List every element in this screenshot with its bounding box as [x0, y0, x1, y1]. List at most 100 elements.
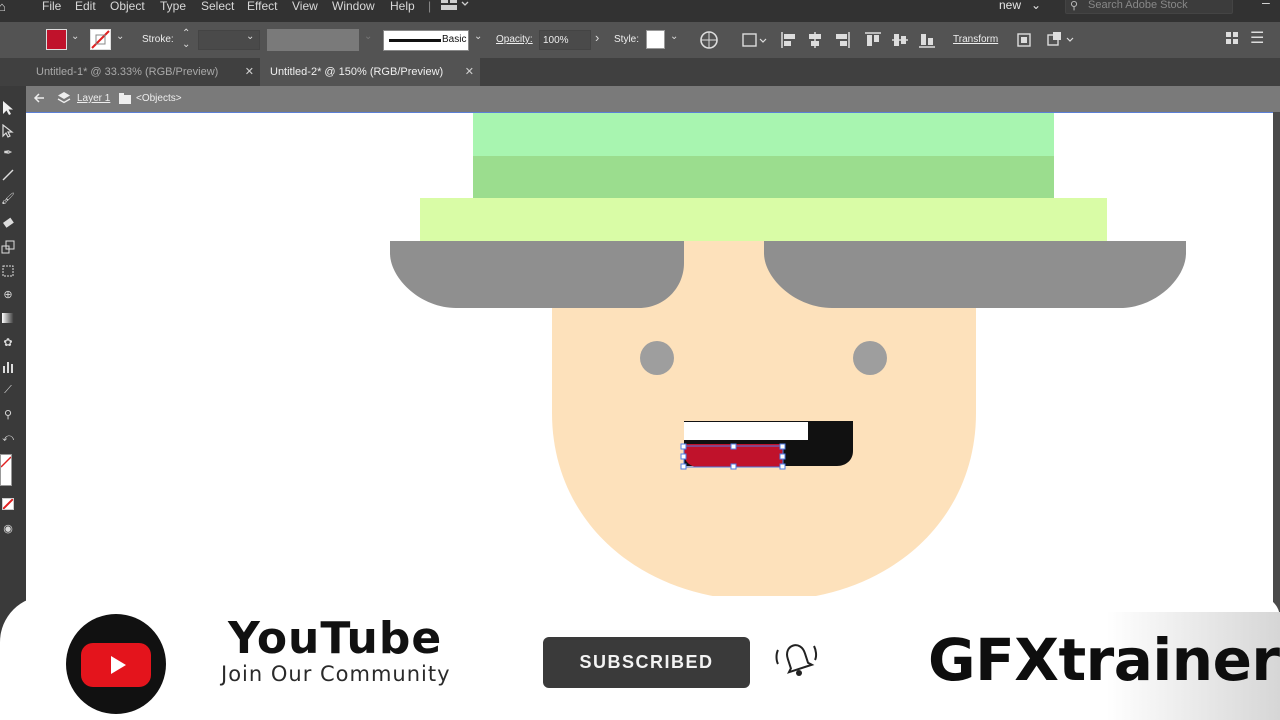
chevron-down-icon: ⌄ — [1031, 0, 1042, 12]
align-bottom-icon[interactable] — [918, 31, 936, 52]
menu-divider: | — [428, 0, 432, 13]
brush-label: Basic — [442, 34, 467, 45]
profile-chevron-icon: ⌄ — [364, 31, 373, 42]
youtube-logo-icon — [66, 614, 166, 714]
align-vertical-center-icon[interactable] — [891, 31, 909, 52]
left-eye — [640, 341, 674, 375]
gradient-tool-icon[interactable] — [0, 312, 16, 328]
tab-label: Untitled-1* @ 33.33% (RGB/Preview) — [36, 66, 219, 78]
menu-bar: ⌂ File Edit Object Type Select Effect Vi… — [0, 0, 1280, 16]
selection-handle — [680, 453, 687, 460]
stroke-label: Stroke: — [142, 34, 174, 45]
arrange-documents-icon[interactable] — [440, 0, 470, 15]
align-top-icon[interactable] — [864, 31, 882, 52]
transform-link[interactable]: Transform — [953, 34, 998, 45]
opacity-input[interactable]: 100% — [539, 30, 591, 50]
banner-title: YouTube — [228, 613, 443, 664]
minimize-button[interactable]: – — [1262, 0, 1270, 10]
menu-edit[interactable]: Edit — [75, 0, 96, 13]
style-chevron-icon[interactable]: ⌄ — [670, 31, 678, 42]
selection-handle — [779, 453, 786, 460]
stroke-weight-stepper[interactable]: ⌃ ⌄ — [182, 28, 190, 50]
right-eye — [853, 341, 887, 375]
fill-stroke-icon[interactable] — [0, 454, 12, 486]
bell-icon[interactable] — [772, 636, 820, 680]
tab-label: Untitled-2* @ 150% (RGB/Preview) — [270, 66, 444, 78]
align-horizontal-center-icon[interactable] — [806, 31, 824, 52]
menu-type[interactable]: Type — [160, 0, 186, 13]
selection-tool-icon[interactable] — [0, 100, 16, 116]
control-bar: ⌄ ⌄ Stroke: ⌃ ⌄ ⌄ ⌄ Basic ⌄ Opacity: 100%… — [0, 22, 1280, 58]
menu-help[interactable]: Help — [390, 0, 415, 13]
back-arrow-icon[interactable] — [32, 91, 46, 108]
selection-handle — [779, 463, 786, 470]
align-right-icon[interactable] — [833, 31, 851, 52]
fill-swatch[interactable] — [46, 29, 67, 50]
menu-effect[interactable]: Effect — [247, 0, 277, 13]
style-swatch[interactable] — [646, 30, 665, 49]
fill-chevron-icon[interactable]: ⌄ — [71, 31, 79, 42]
line-tool-icon[interactable] — [0, 168, 16, 184]
document-tabs: Untitled-1* @ 33.33% (RGB/Preview) ✕ Unt… — [0, 58, 1280, 86]
breadcrumb-layer[interactable]: Layer 1 — [77, 93, 110, 104]
workspace-switcher[interactable]: new ⌄ — [999, 0, 1045, 14]
brand-name: GFXtrainer — [928, 626, 1280, 694]
brush-chevron-icon[interactable]: ⌄ — [474, 31, 482, 42]
panel-menu-icon[interactable]: ☰ — [1250, 28, 1264, 48]
align-left-icon[interactable] — [780, 31, 798, 52]
graph-tool-icon[interactable] — [0, 360, 16, 376]
banner-subtitle: Join Our Community — [221, 662, 451, 686]
opacity-label[interactable]: Opacity: — [496, 34, 533, 45]
stroke-swatch[interactable] — [90, 29, 111, 50]
close-icon[interactable]: ✕ — [465, 65, 474, 78]
menu-window[interactable]: Window — [332, 0, 375, 13]
selection-handle — [680, 463, 687, 470]
eraser-tool-icon[interactable] — [0, 216, 16, 232]
draw-mode-icon[interactable]: ◉ — [0, 522, 16, 538]
teeth — [684, 422, 808, 440]
free-transform-tool-icon[interactable] — [0, 264, 16, 280]
glasses-left-lens — [390, 241, 684, 308]
menu-view[interactable]: View — [292, 0, 318, 13]
selection-handle — [779, 443, 786, 450]
align-to-icon[interactable] — [741, 31, 769, 52]
transform-each-icon[interactable] — [1046, 31, 1076, 52]
arrange-panels-icon[interactable] — [1225, 31, 1239, 48]
youtube-play-badge — [81, 643, 151, 687]
breadcrumb-objects[interactable]: <Objects> — [136, 93, 182, 104]
none-color-icon[interactable] — [2, 498, 14, 510]
workspace-label: new — [999, 0, 1022, 12]
scale-tool-icon[interactable] — [0, 240, 16, 256]
layers-icon — [57, 91, 71, 108]
paintbrush-tool-icon[interactable]: 🖌 — [0, 192, 16, 208]
selection-handle — [730, 463, 737, 470]
stroke-weight-chevron-icon[interactable]: ⌄ — [246, 31, 254, 42]
isolate-selected-icon[interactable] — [1015, 31, 1033, 52]
isolation-mode-bar: Layer 1 <Objects> — [26, 86, 1280, 112]
menu-select[interactable]: Select — [201, 0, 234, 13]
menu-object[interactable]: Object — [110, 0, 145, 13]
eyedropper-tool-icon[interactable]: ⟋ — [0, 384, 16, 400]
stock-search-input[interactable]: ⚲ Search Adobe Stock — [1065, 0, 1233, 14]
close-icon[interactable]: ✕ — [245, 65, 254, 78]
variable-width-profile[interactable] — [267, 29, 359, 51]
shape-builder-tool-icon[interactable]: ⊕ — [0, 288, 16, 304]
zoom-tool-icon[interactable]: ⚲ — [0, 408, 16, 424]
style-label: Style: — [614, 34, 640, 45]
swap-colors-icon[interactable]: ⤺ — [0, 432, 16, 448]
menu-file[interactable]: File — [42, 0, 61, 13]
hat-brim — [420, 198, 1107, 241]
opacity-arrow-icon[interactable]: › — [595, 30, 599, 45]
direct-selection-tool-icon[interactable] — [0, 123, 16, 140]
stroke-chevron-icon[interactable]: ⌄ — [116, 31, 124, 42]
tab-untitled-1[interactable]: Untitled-1* @ 33.33% (RGB/Preview) ✕ — [26, 58, 260, 86]
pen-tool-icon[interactable]: ✒ — [0, 146, 16, 162]
tab-untitled-2[interactable]: Untitled-2* @ 150% (RGB/Preview) ✕ — [260, 58, 480, 86]
home-icon[interactable]: ⌂ — [0, 0, 6, 14]
subscribe-button[interactable]: SUBSCRIBED — [543, 637, 750, 688]
hat-top — [473, 113, 1054, 156]
symbol-sprayer-tool-icon[interactable]: ✿ — [0, 336, 16, 352]
brush-definition[interactable]: Basic — [383, 30, 469, 51]
stock-search-placeholder: Search Adobe Stock — [1088, 0, 1188, 11]
recolor-artwork-icon[interactable] — [699, 30, 719, 53]
